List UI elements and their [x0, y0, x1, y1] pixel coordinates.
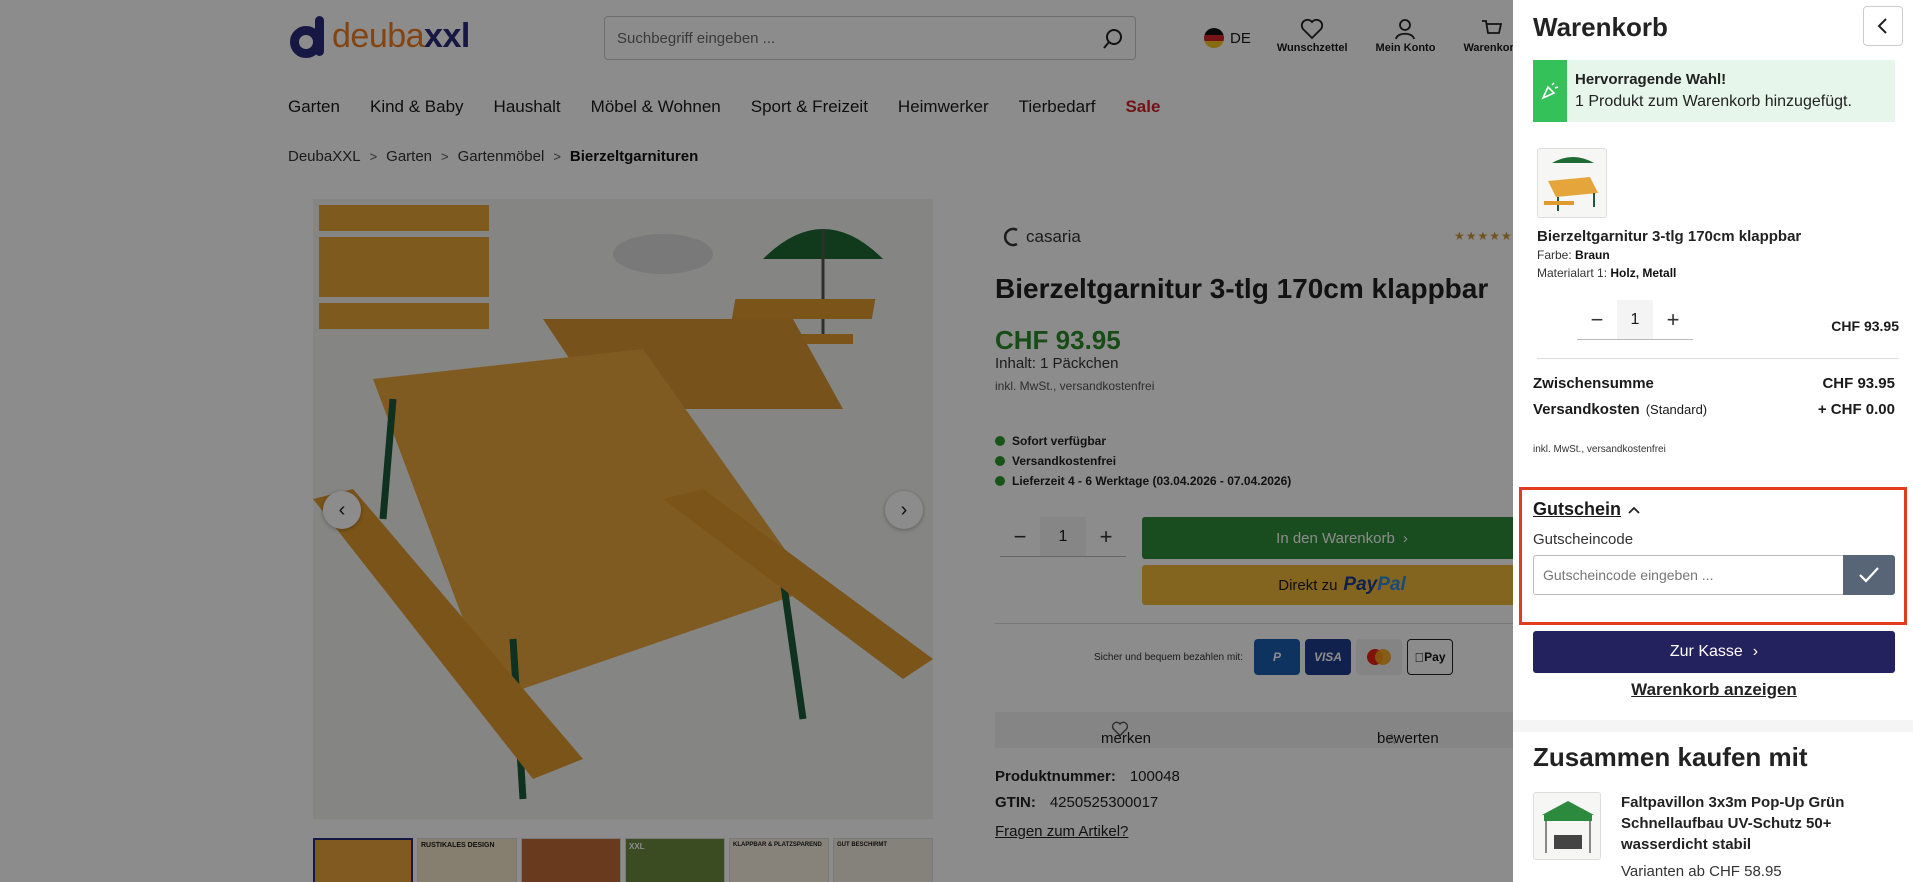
subtotal-label: Zwischensumme: [1533, 375, 1654, 392]
quantity-value[interactable]: 1: [1617, 300, 1653, 340]
voucher-toggle[interactable]: Gutschein: [1533, 499, 1641, 520]
apply-voucher-button[interactable]: [1843, 555, 1895, 595]
divider: [1537, 358, 1899, 359]
chevron-left-icon: [1877, 18, 1887, 34]
voucher-label: Gutscheincode: [1533, 531, 1634, 548]
plus-button[interactable]: +: [1653, 300, 1693, 340]
cart-drawer: Warenkorb Hervorragende Wahl! 1 Produkt …: [1513, 0, 1913, 882]
cart-item-quantity-stepper: − 1 +: [1577, 300, 1693, 340]
success-message: Hervorragende Wahl! 1 Produkt zum Warenk…: [1533, 60, 1895, 122]
success-subtext: 1 Produkt zum Warenkorb hinzugefügt.: [1575, 93, 1852, 110]
view-cart-link[interactable]: Warenkorb anzeigen: [1533, 680, 1895, 700]
attribute-value: Holz, Metall: [1610, 266, 1677, 280]
close-cart-button[interactable]: [1863, 6, 1903, 46]
cart-item-attribute: Materialart 1: Holz, Metall: [1537, 266, 1676, 280]
cart-item-image[interactable]: [1537, 148, 1607, 218]
cross-sell-item-name[interactable]: Faltpavillon 3x3m Pop-Up Grün Schnellauf…: [1621, 792, 1891, 855]
celebration-icon: [1533, 60, 1567, 122]
cart-title: Warenkorb: [1533, 12, 1668, 42]
cart-item-price: CHF 93.95: [1831, 318, 1899, 334]
shipping-row: Versandkosten (Standard) + CHF 0.00: [1533, 401, 1895, 418]
attribute-label: Materialart 1:: [1537, 266, 1608, 280]
subtotal-row: Zwischensumme CHF 93.95: [1533, 375, 1895, 392]
attribute-value: Braun: [1575, 248, 1610, 262]
success-title: Hervorragende Wahl!: [1575, 71, 1727, 88]
cross-sell-item-price: Varianten ab CHF 58.95: [1621, 863, 1782, 880]
cart-item-name[interactable]: Bierzeltgarnitur 3-tlg 170cm klappbar: [1537, 228, 1801, 245]
cross-sell-item-image[interactable]: [1533, 792, 1601, 860]
shipping-value: + CHF 0.00: [1817, 401, 1895, 418]
attribute-label: Farbe:: [1537, 248, 1572, 262]
cross-sell-title: Zusammen kaufen mit: [1533, 742, 1808, 772]
shipping-label: Versandkosten: [1533, 401, 1640, 418]
section-divider: [1513, 720, 1913, 732]
success-text: Hervorragende Wahl! 1 Produkt zum Warenk…: [1567, 60, 1852, 122]
checkout-label: Zur Kasse: [1669, 643, 1743, 660]
shipping-type: (Standard): [1645, 402, 1708, 417]
voucher-title: Gutschein: [1533, 499, 1622, 519]
cart-tax-note: inkl. MwSt., versandkostenfrei: [1533, 444, 1666, 455]
checkout-button[interactable]: Zur Kasse ›: [1533, 631, 1895, 673]
voucher-code-input[interactable]: [1533, 555, 1843, 595]
subtotal-value: CHF 93.95: [1822, 375, 1895, 392]
minus-button[interactable]: −: [1577, 300, 1617, 340]
chevron-up-icon: [1627, 502, 1641, 518]
chevron-right-icon: ›: [1752, 643, 1759, 660]
cart-item-attribute: Farbe: Braun: [1537, 248, 1610, 262]
checkmark-icon: [1859, 567, 1879, 583]
